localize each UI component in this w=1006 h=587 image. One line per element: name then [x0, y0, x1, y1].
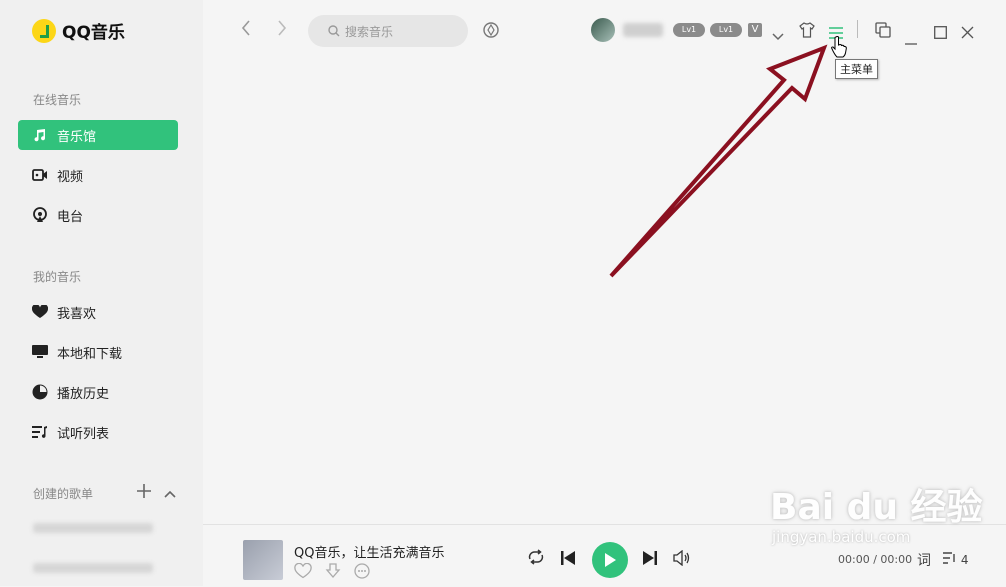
app-logo[interactable]: QQ音乐 — [32, 18, 125, 43]
video-icon — [31, 169, 49, 181]
section-title-my-music: 我的音乐 — [33, 270, 82, 284]
minimize-icon[interactable] — [905, 30, 917, 49]
playlist-icon — [31, 425, 49, 439]
baidu-watermark-url: jingyan.baidu.com — [772, 528, 911, 546]
sidebar-item-video[interactable]: 视频 — [18, 160, 178, 190]
badge-text: Lv1 — [681, 25, 697, 34]
history-icon — [31, 384, 49, 400]
sidebar-item-music-hall[interactable]: 音乐馆 — [18, 120, 178, 150]
sidebar-item-local-downloads[interactable]: 本地和下载 — [18, 337, 178, 367]
sidebar-item-label: 我喜欢 — [57, 306, 97, 322]
badge-text: Lv1 — [718, 25, 734, 34]
badge-text: V — [751, 24, 759, 35]
section-title-created-playlists: 创建的歌单 — [33, 487, 94, 501]
playback-time: 00:00 / 00:00 — [838, 553, 913, 566]
like-heart-icon[interactable] — [294, 562, 312, 583]
volume-icon[interactable] — [673, 549, 691, 570]
next-track-icon[interactable] — [642, 550, 658, 570]
sidebar-item-label: 音乐馆 — [57, 129, 97, 145]
close-icon[interactable] — [961, 24, 974, 43]
previous-track-icon[interactable] — [560, 550, 576, 570]
back-arrow-icon[interactable] — [241, 20, 251, 40]
forward-arrow-icon[interactable] — [277, 20, 287, 40]
section-title-online: 在线音乐 — [33, 93, 82, 107]
play-icon — [605, 553, 616, 567]
song-title: QQ音乐，让生活充满音乐 — [294, 546, 445, 561]
search-box[interactable]: 搜索音乐 — [308, 15, 468, 47]
avatar[interactable] — [591, 18, 615, 42]
chevron-down-icon[interactable] — [772, 26, 784, 45]
level-badge-vip[interactable]: Lv1 — [710, 23, 742, 37]
download-icon[interactable] — [325, 563, 341, 583]
baidu-watermark: Bai du 经验 — [770, 487, 983, 528]
main-menu-tooltip: 主菜单 — [835, 59, 878, 79]
v-badge[interactable]: V — [748, 23, 762, 37]
queue-icon — [943, 552, 955, 564]
skin-tshirt-icon[interactable] — [799, 22, 815, 42]
sidebar-item-label: 本地和下载 — [57, 346, 123, 362]
playlist-item[interactable] — [33, 563, 153, 573]
song-actions — [294, 562, 370, 583]
queue-count: 4 — [960, 553, 969, 567]
sidebar-item-label: 试听列表 — [57, 426, 110, 442]
top-bar: 搜索音乐 Lv1 Lv1 V — [203, 0, 1006, 62]
add-playlist-icon[interactable] — [137, 482, 151, 503]
sidebar: QQ音乐 在线音乐 音乐馆 视频 电台 我的音乐 我喜欢 本地和下载 播放历史 … — [0, 0, 203, 586]
play-button[interactable] — [592, 542, 628, 578]
heart-icon — [31, 305, 49, 319]
listen-recognize-icon[interactable] — [483, 22, 499, 42]
lyrics-toggle[interactable]: 词 — [917, 550, 931, 570]
collapse-chevron-up-icon[interactable] — [164, 482, 176, 503]
sidebar-item-label: 电台 — [57, 209, 84, 225]
search-placeholder: 搜索音乐 — [345, 24, 394, 39]
sidebar-item-label: 视频 — [57, 169, 84, 185]
qq-music-logo-icon — [32, 18, 56, 43]
app-name: QQ音乐 — [62, 23, 125, 43]
loop-mode-icon[interactable] — [527, 549, 545, 569]
radio-icon — [31, 207, 49, 223]
music-note-icon — [31, 128, 49, 142]
search-icon — [328, 25, 340, 37]
sidebar-item-trial-list[interactable]: 试听列表 — [18, 417, 178, 447]
sidebar-item-radio[interactable]: 电台 — [18, 200, 178, 230]
playlist-item[interactable] — [33, 523, 153, 533]
play-queue-button[interactable]: 4 — [943, 552, 968, 567]
sidebar-item-favorites[interactable]: 我喜欢 — [18, 297, 178, 327]
sidebar-item-label: 播放历史 — [57, 386, 110, 402]
mini-mode-icon[interactable] — [875, 22, 891, 42]
divider — [857, 20, 858, 38]
username-blurred[interactable] — [623, 23, 663, 37]
album-cover[interactable] — [243, 540, 283, 580]
sidebar-item-history[interactable]: 播放历史 — [18, 377, 178, 407]
more-options-icon[interactable] — [354, 563, 370, 583]
monitor-icon — [31, 345, 49, 359]
maximize-icon[interactable] — [934, 24, 947, 43]
level-badge-green[interactable]: Lv1 — [673, 23, 705, 37]
